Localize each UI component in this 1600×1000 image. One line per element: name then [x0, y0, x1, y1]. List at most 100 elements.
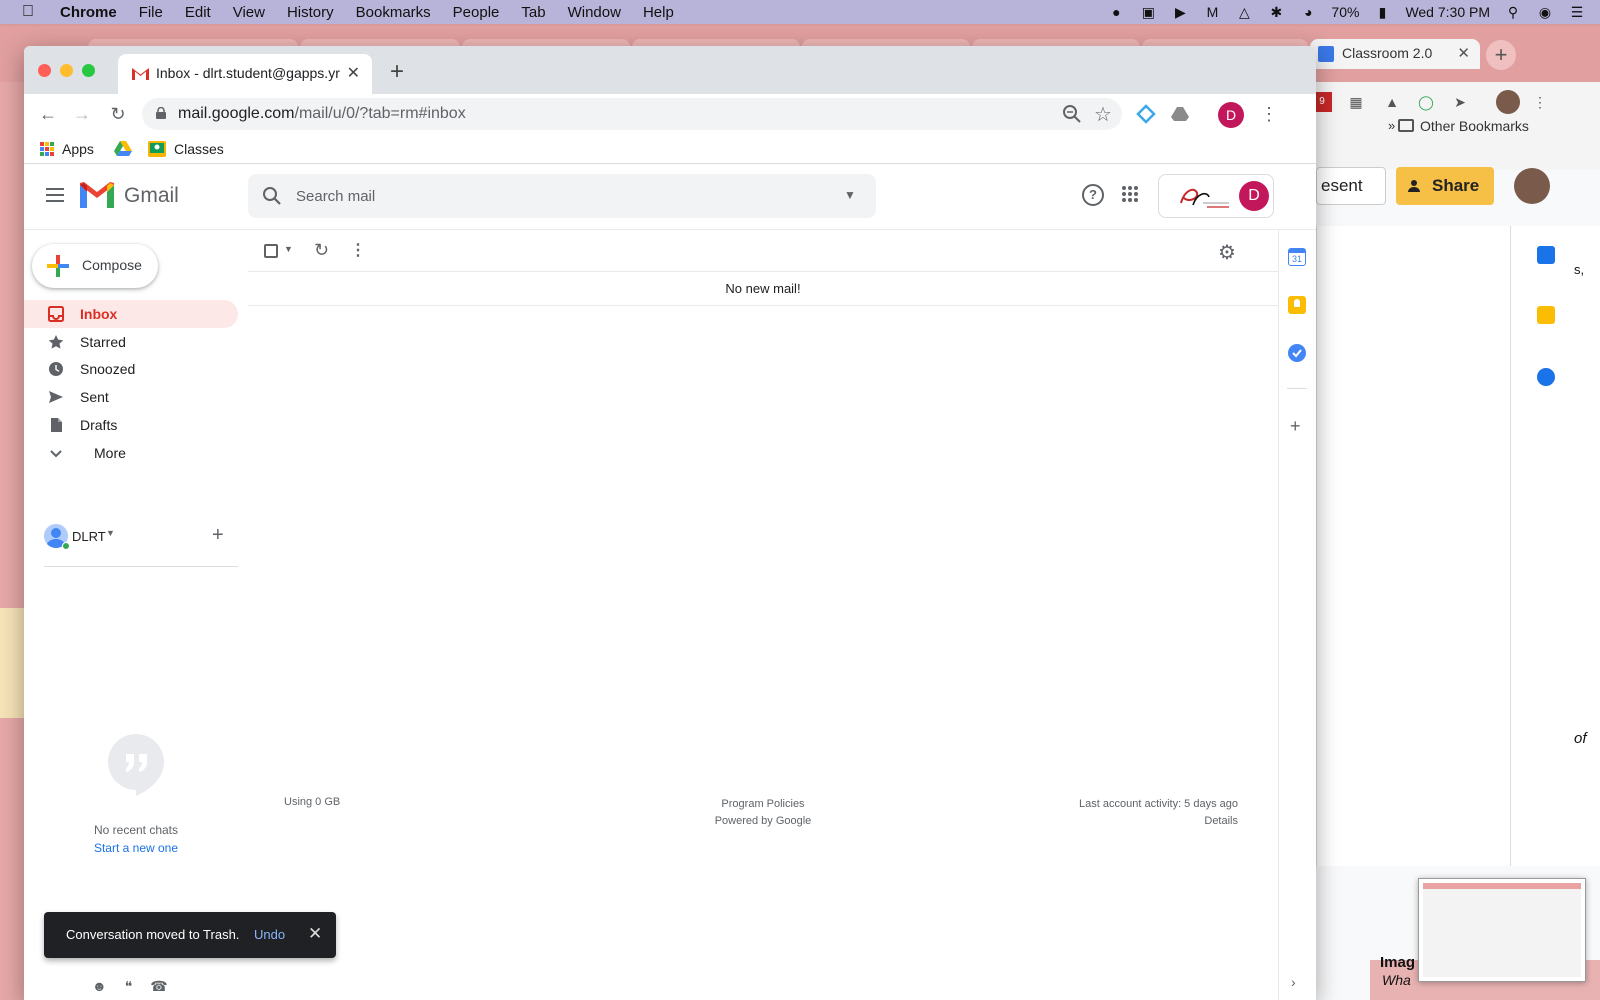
calendar-icon[interactable]: 31 [1288, 248, 1306, 266]
keep-icon[interactable] [1537, 306, 1555, 324]
search-options-dropdown-icon[interactable]: ▼ [844, 188, 856, 202]
status-dropdown-icon[interactable]: ▼ [106, 528, 115, 538]
nav-item-label: Starred [80, 334, 126, 350]
malwarebytes-icon[interactable]: M [1203, 4, 1221, 20]
back-button[interactable]: ← [36, 102, 60, 126]
menu-bookmarks[interactable]: Bookmarks [356, 4, 431, 21]
extension-diamond-icon[interactable] [1136, 104, 1156, 124]
get-addons-plus-icon[interactable]: + [1290, 416, 1301, 437]
google-apps-icon[interactable] [1122, 186, 1138, 202]
gmail-logo-icon[interactable] [80, 182, 114, 208]
window-zoom-button[interactable] [82, 64, 95, 77]
nav-item-inbox[interactable]: Inbox [24, 300, 238, 328]
wifi-icon[interactable]: ◕ [1299, 4, 1317, 20]
menu-tab[interactable]: Tab [521, 4, 545, 21]
nav-item-more[interactable]: More [24, 439, 238, 467]
add-chat-button[interactable]: + [212, 524, 224, 547]
tasks-icon[interactable] [1537, 368, 1555, 386]
more-options-icon[interactable]: ⋮ [350, 240, 366, 260]
zoom-icon[interactable] [1062, 104, 1082, 124]
spotlight-search-icon[interactable]: ⚲ [1504, 4, 1522, 20]
details-link[interactable]: Details [1079, 813, 1238, 830]
background-tab-classroom[interactable]: Classroom 2.0 ✕ [1310, 39, 1480, 69]
compose-button[interactable]: Compose [32, 244, 158, 288]
main-menu-icon[interactable] [46, 188, 64, 202]
address-bar[interactable]: mail.google.com/mail/u/0/?tab=rm#inbox ☆ [142, 98, 1122, 130]
account-avatar[interactable]: D [1239, 181, 1269, 211]
close-tab-icon[interactable]: ✕ [347, 63, 360, 83]
drive-icon[interactable] [1170, 104, 1190, 124]
select-dropdown-icon[interactable]: ▼ [284, 244, 293, 254]
profile-avatar[interactable]: D [1218, 102, 1244, 128]
screenshot-icon[interactable]: ▣ [1139, 4, 1157, 20]
bookmark-apps[interactable]: Apps [40, 141, 94, 157]
phone-icon[interactable]: ☎ [150, 978, 167, 995]
settings-gear-icon[interactable]: ⚙ [1218, 240, 1236, 265]
drive-icon[interactable]: ▲ [1382, 92, 1402, 112]
menu-history[interactable]: History [287, 4, 334, 21]
search-icon[interactable] [262, 186, 282, 206]
search-input[interactable] [296, 182, 816, 210]
close-tab-icon[interactable]: ✕ [1457, 44, 1470, 62]
contacts-icon[interactable]: ☻ [92, 978, 107, 995]
calendar-icon[interactable] [1537, 246, 1555, 264]
window-minimize-button[interactable] [60, 64, 73, 77]
bookmark-classes[interactable]: Classes [148, 141, 224, 157]
nav-item-label: Drafts [80, 417, 118, 433]
share-button[interactable]: Share [1396, 167, 1494, 205]
app-menu-chrome[interactable]: Chrome [60, 4, 117, 21]
window-close-button[interactable] [38, 64, 51, 77]
bookmark-star-icon[interactable]: ☆ [1094, 102, 1112, 127]
tab-inbox[interactable]: Inbox - dlrt.student@gapps.yrdsb ✕ [118, 54, 372, 94]
expand-panel-chevron-icon[interactable]: › [1291, 974, 1296, 990]
notification-center-icon[interactable]: ☰ [1568, 4, 1586, 20]
battery-icon[interactable]: ▮ [1373, 4, 1391, 20]
nav-item-starred[interactable]: Starred [24, 328, 238, 356]
screenshot-thumbnail-preview[interactable] [1418, 878, 1586, 982]
reload-button[interactable]: ↻ [106, 102, 130, 126]
new-tab-button[interactable]: + [390, 60, 404, 84]
menu-window[interactable]: Window [568, 4, 621, 21]
url-text[interactable]: mail.google.com/mail/u/0/?tab=rm#inbox [178, 105, 466, 123]
keep-icon[interactable] [1288, 296, 1306, 314]
grammarly-icon[interactable]: ◯ [1416, 92, 1436, 112]
bookmark-drive[interactable] [114, 141, 132, 157]
menu-people[interactable]: People [453, 4, 500, 21]
hangouts-icon[interactable]: ❝ [125, 978, 133, 995]
bluetooth-icon[interactable]: ✱ [1267, 4, 1285, 20]
nav-item-drafts[interactable]: Drafts [24, 411, 238, 439]
browser-menu-icon[interactable]: ⋮ [1260, 104, 1278, 125]
lock-icon[interactable] [156, 107, 166, 119]
menu-edit[interactable]: Edit [185, 4, 211, 21]
undo-button[interactable]: Undo [254, 927, 285, 942]
siri-icon[interactable]: ◉ [1536, 4, 1554, 20]
refresh-icon[interactable]: ↻ [314, 240, 329, 261]
hangouts-user[interactable]: DLRT ▼ + [44, 524, 238, 554]
close-icon[interactable]: ✕ [308, 924, 322, 944]
account-switcher[interactable]: D [1158, 174, 1274, 218]
select-all-checkbox[interactable] [264, 244, 278, 258]
nav-item-snoozed[interactable]: Snoozed [24, 355, 238, 383]
start-new-chat-link[interactable]: Start a new one [24, 841, 248, 855]
user-avatar[interactable] [1514, 168, 1550, 204]
tasks-icon[interactable] [1288, 344, 1306, 362]
profile-avatar-icon[interactable] [1496, 90, 1520, 114]
apple-menu-icon[interactable]:  [22, 3, 42, 21]
menu-file[interactable]: File [139, 4, 163, 21]
bookmarks-overflow-icon[interactable]: » [1388, 118, 1395, 133]
menu-help[interactable]: Help [643, 4, 674, 21]
nav-item-sent[interactable]: Sent [24, 383, 238, 411]
menu-view[interactable]: View [233, 4, 265, 21]
extension-grid-icon[interactable]: ▦ [1346, 92, 1366, 112]
forward-button[interactable]: → [70, 102, 94, 126]
browser-menu-icon[interactable]: ⋮ [1530, 92, 1550, 112]
media-play-icon[interactable]: ▶ [1171, 4, 1189, 20]
help-icon[interactable]: ? [1082, 184, 1104, 206]
password-manager-icon[interactable]: ● [1107, 4, 1125, 20]
present-button[interactable]: esent [1316, 167, 1386, 205]
menu-bar-clock[interactable]: Wed 7:30 PM [1405, 4, 1490, 20]
cursor-extension-icon[interactable]: ➤ [1450, 92, 1470, 112]
background-new-tab-button[interactable]: + [1486, 40, 1516, 70]
other-bookmarks-link[interactable]: Other Bookmarks [1420, 118, 1529, 134]
airplay-icon[interactable]: △ [1235, 4, 1253, 20]
